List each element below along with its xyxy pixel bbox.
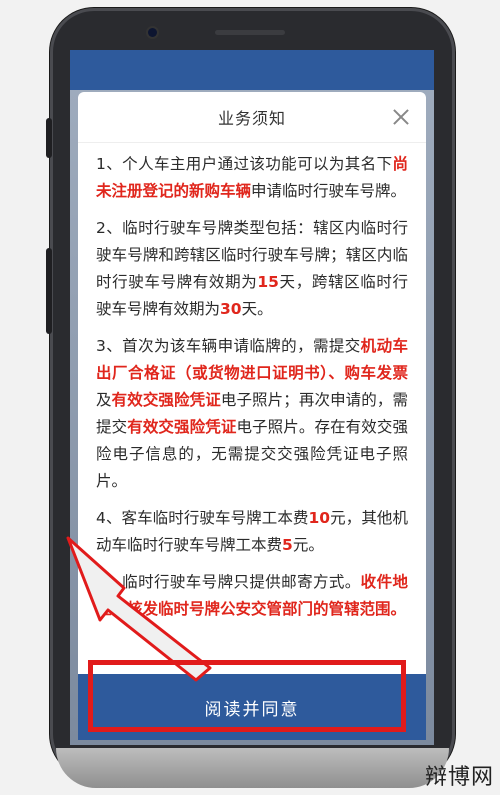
highlight-text: 有效交强险凭证: [111, 391, 221, 409]
notice-text: 及: [96, 391, 112, 409]
notice-item-2: 2、临时行驶车号牌类型包括：辖区内临时行驶车号牌和跨辖区临时行驶车号牌；辖区内临…: [96, 215, 408, 323]
highlight-text: 15: [257, 273, 279, 291]
watermark-text: 辩博网: [424, 765, 494, 790]
notice-text: 申请临时行驶车号牌。: [251, 182, 407, 200]
notice-text: 元。: [292, 536, 324, 554]
notice-modal: 业务须知 1、个人车主用户通过该功能可以为其名下尚未注册登记的新购车辆申请临时行…: [78, 92, 426, 740]
highlight-text: 30: [220, 300, 242, 318]
notice-text: 3、首次为该车辆申请临牌的，需提交: [96, 337, 361, 355]
volume-button: [46, 118, 52, 158]
notice-text: 4、客车临时行驶车号牌工本费: [96, 509, 309, 527]
agree-button[interactable]: 阅读并同意: [78, 674, 426, 740]
notice-body: 1、个人车主用户通过该功能可以为其名下尚未注册登记的新购车辆申请临时行驶车号牌。…: [78, 143, 426, 623]
phone-bottom: [56, 748, 449, 788]
modal-title: 业务须知: [217, 109, 286, 128]
notice-item-1: 1、个人车主用户通过该功能可以为其名下尚未注册登记的新购车辆申请临时行驶车号牌。: [96, 151, 408, 205]
notice-item-3: 3、首次为该车辆申请临牌的，需提交机动车出厂合格证（或货物进口证明书）、购车发票…: [96, 333, 408, 495]
close-icon[interactable]: [392, 108, 410, 126]
phone-speaker: [215, 30, 285, 35]
notice-text: 1、个人车主用户通过该功能可以为其名下: [96, 155, 393, 173]
highlight-text: 10: [308, 509, 331, 527]
highlight-text: 5: [282, 536, 293, 554]
power-button: [46, 248, 52, 334]
app-header-bar: [70, 50, 434, 90]
front-camera: [148, 28, 157, 37]
highlight-text: 有效交强险凭证: [127, 418, 237, 436]
notice-item-5: 5、临时行驶车号牌只提供邮寄方式。收件地址为核发临时号牌公安交管部门的管辖范围。: [96, 569, 408, 623]
notice-item-4: 4、客车临时行驶车号牌工本费10元，其他机动车临时行驶车号牌工本费5元。: [96, 505, 408, 559]
modal-header: 业务须知: [78, 92, 426, 143]
notice-text: 5、临时行驶车号牌只提供邮寄方式。: [96, 573, 361, 591]
notice-text: 天。: [241, 300, 273, 318]
